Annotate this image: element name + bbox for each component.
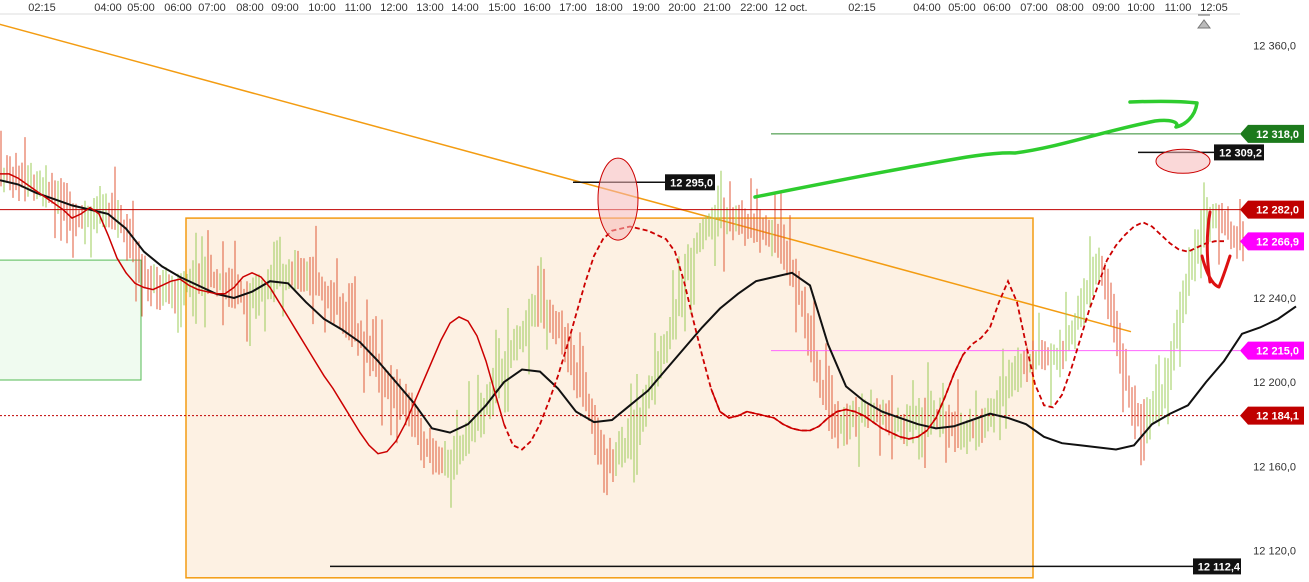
time-axis-label: 20:00 [668,2,696,14]
highlight-ellipse-left [597,157,639,241]
time-axis-label: 12 oct. [774,2,807,14]
time-axis-label: 08:00 [236,2,264,14]
price-tag-12318: 12 318,0 [1256,129,1299,141]
price-axis-label: 12 240,0 [1253,293,1296,305]
time-axis-label: 21:00 [703,2,731,14]
time-axis-label: 09:00 [271,2,299,14]
time-axis-label: 06:00 [983,2,1011,14]
price-tag-12309: 12 309,2 [1219,147,1262,159]
time-axis-label: 12:05 [1200,2,1228,14]
time-axis-label: 13:00 [416,2,444,14]
price-tag-12215: 12 215,0 [1256,346,1299,358]
time-axis-label: 02:15 [848,2,876,14]
time-axis-label: 16:00 [523,2,551,14]
time-axis-label: 15:00 [488,2,516,14]
price-tag-12266: 12 266,9 [1256,236,1299,248]
support-zone-rectangle [0,259,142,381]
time-axis-label: 04:00 [94,2,122,14]
time-axis-label: 22:00 [740,2,768,14]
time-axis-label: 11:00 [1165,2,1192,14]
price-tag-12112: 12 112,4 [1198,561,1241,573]
time-axis-label: 12:00 [380,2,408,14]
price-tag-12282: 12 282,0 [1256,205,1299,217]
price-axis-label: 12 200,0 [1253,377,1296,389]
time-axis-label: 02:15 [28,2,56,14]
time-axis-label: 10:00 [1127,2,1155,14]
time-axis-label: 17:00 [559,2,587,14]
time-axis-label: 19:00 [632,2,660,14]
time-axis-label: 07:00 [198,2,226,14]
time-axis-label: 05:00 [948,2,976,14]
time-axis-label: 06:00 [164,2,192,14]
price-axis-background [1240,0,1309,582]
time-axis-label: 11:00 [345,2,372,14]
price-axis-label: 12 360,0 [1253,41,1296,53]
time-axis-label: 14:00 [451,2,479,14]
time-axis-label: 18:00 [595,2,623,14]
price-axis-label: 12 160,0 [1253,461,1296,473]
time-axis-label: 10:00 [308,2,336,14]
time-axis-label: 07:00 [1020,2,1048,14]
price-tag-12295: 12 295,0 [670,177,713,189]
time-axis-label: 08:00 [1056,2,1084,14]
highlight-ellipse-right [1155,148,1211,174]
price-axis-label: 12 120,0 [1253,545,1296,557]
price-chart[interactable]: 02:15 04:00 05:00 06:00 07:00 08:00 09:00 10:00… [0,0,1309,582]
price-tag-12184: 12 184,1 [1256,411,1299,423]
time-axis-label: 04:00 [913,2,941,14]
time-axis-label: 09:00 [1092,2,1120,14]
time-axis-label: 05:00 [127,2,155,14]
